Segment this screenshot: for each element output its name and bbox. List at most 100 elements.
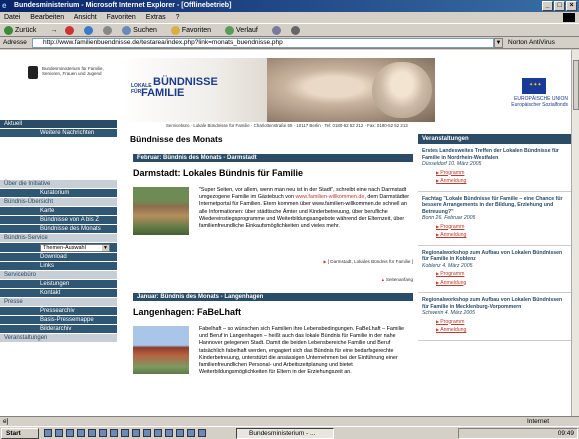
darmstadt-more-link[interactable]: [ Darmstadt, Lokales Bündnis für Familie…: [324, 259, 413, 264]
event-programm-link[interactable]: Programm: [422, 319, 567, 326]
quicklaunch-icon[interactable]: [99, 429, 107, 437]
internet-zone: Internet: [526, 418, 549, 425]
nav-download[interactable]: Download: [0, 253, 117, 262]
page-title: Bündnisse des Monats: [130, 134, 223, 144]
search-icon: [122, 25, 132, 35]
taskbar-item-ie[interactable]: Bundesministerium - ...: [236, 428, 334, 439]
nav-pressearchiv[interactable]: Pressearchiv: [0, 307, 117, 316]
menu-favoriten[interactable]: Favoriten: [107, 14, 136, 21]
event-programm-link[interactable]: Programm: [422, 170, 567, 177]
article-langenhagen: Fabelhaft – so wünschen sich Familien ih…: [133, 326, 413, 398]
refresh-icon[interactable]: [84, 25, 95, 35]
home-icon[interactable]: [103, 25, 114, 35]
nav-leistungen[interactable]: Leistungen: [0, 280, 117, 289]
quicklaunch-icon[interactable]: [77, 429, 85, 437]
nav-buendnisse-az[interactable]: Bündnisse von A bis Z: [0, 216, 117, 225]
nav-buendnis-uebersicht[interactable]: Bündnis-Übersicht: [0, 198, 117, 207]
back-button[interactable]: Zurück: [4, 25, 42, 35]
nav-weitere-nachrichten[interactable]: Weitere Nachrichten: [0, 129, 117, 138]
event-anmeldung-link[interactable]: Anmeldung: [422, 327, 567, 334]
quicklaunch-icon[interactable]: [121, 429, 129, 437]
forward-button[interactable]: →: [50, 27, 57, 34]
event-date: Bonn 26. Februar 2005: [422, 215, 476, 221]
minimize-button[interactable]: _: [542, 1, 553, 11]
article-heading-langenhagen: Langenhagen: FaBeLhaft: [133, 307, 242, 317]
menu-help[interactable]: ?: [176, 14, 180, 21]
favorites-button[interactable]: Favoriten: [170, 25, 217, 35]
nav-aktuell[interactable]: Aktuell: [0, 120, 117, 129]
quicklaunch-icon[interactable]: [165, 429, 173, 437]
event-title: Regionalworkshop zum Aufbau von Lokalen …: [422, 297, 563, 310]
menu-bearbeiten[interactable]: Bearbeiten: [30, 14, 64, 21]
nav-ueber-initiative[interactable]: Über die Initiative: [0, 180, 117, 189]
event-item: Regionalworkshop zum Aufbau von Lokalen …: [418, 293, 571, 341]
nav-basis-pressemappe[interactable]: Basis-Pressemappe: [0, 316, 117, 325]
window-title: Bundesministerium - Microsoft Internet E…: [14, 2, 232, 9]
history-label: Verlauf: [236, 27, 258, 34]
vertical-scrollbar[interactable]: [571, 50, 579, 416]
nav-buendnisse-monats[interactable]: Bündnisse des Monats: [0, 225, 117, 234]
window-controls: _ □ ×: [542, 1, 577, 11]
start-button[interactable]: Start: [1, 428, 39, 439]
quicklaunch-icon[interactable]: [132, 429, 140, 437]
quicklaunch-icon[interactable]: [66, 429, 74, 437]
nav-servicebuero[interactable]: Servicebüro: [0, 271, 117, 280]
eu-label: EUROPÄISCHE UNION Europäischer Sozialfon…: [472, 96, 568, 108]
quicklaunch-icon[interactable]: [187, 429, 195, 437]
stop-icon[interactable]: [65, 25, 76, 35]
address-dropdown-icon[interactable]: ▼: [494, 38, 503, 48]
search-button[interactable]: Suchen: [122, 25, 163, 35]
quicklaunch-icon[interactable]: [88, 429, 96, 437]
quicklaunch-icon[interactable]: [55, 429, 63, 437]
quicklaunch-icon[interactable]: [176, 429, 184, 437]
themen-auswahl-select[interactable]: Themen-Auswahl ▼: [0, 243, 117, 253]
quicklaunch-icon[interactable]: [110, 429, 118, 437]
themen-auswahl-value: Themen-Auswahl: [43, 245, 86, 251]
search-label: Suchen: [133, 27, 157, 34]
left-navigation: Aktuell Weitere Nachrichten Über die Ini…: [0, 120, 117, 416]
nav-karte[interactable]: Karte: [0, 207, 117, 216]
main-content: Bündnisse des Monats Februar: Bündnis de…: [130, 134, 413, 398]
header-banner: LOKALE BÜNDNISSE FÜR FAMILIE: [117, 58, 435, 122]
quicklaunch-icon[interactable]: [198, 429, 206, 437]
nav-links[interactable]: Links: [0, 262, 117, 271]
event-programm-link[interactable]: Programm: [422, 271, 567, 278]
event-anmeldung-link[interactable]: Anmeldung: [422, 178, 567, 185]
month-bar-february: Februar: Bündnis des Monats - Darmstadt: [133, 154, 413, 162]
address-input[interactable]: http://www.familienbuendnisse.de/testare…: [32, 38, 494, 48]
windows-logo-icon: [563, 13, 575, 22]
quicklaunch-icon[interactable]: [154, 429, 162, 437]
nav-presse[interactable]: Presse: [0, 298, 117, 307]
event-programm-link[interactable]: Programm: [422, 224, 567, 231]
nav-kontakt[interactable]: Kontakt: [0, 289, 117, 298]
article-text-langenhagen: Fabelhaft – so wünschen sich Familien ih…: [199, 326, 404, 376]
norton-antivirus-button[interactable]: Norton AntiVirus: [508, 37, 555, 49]
ministry-logo-text: Bundesministerium für Familie, Senioren,…: [42, 66, 104, 76]
quicklaunch-icon[interactable]: [143, 429, 151, 437]
menu-datei[interactable]: Datei: [4, 14, 20, 21]
nav-kuratorium[interactable]: Kuratorium: [0, 189, 117, 198]
event-item: Fachtag "Lokale Bündnisse für Familie – …: [418, 191, 571, 246]
menu-extras[interactable]: Extras: [146, 14, 166, 21]
langenhagen-photo: [133, 326, 189, 374]
events-column: Veranstaltungen Erstes Landesweites Tref…: [418, 134, 571, 341]
event-title: Erstes Landesweites Treffen der Lokalen …: [422, 148, 559, 161]
nav-bilderarchiv[interactable]: Bilderarchiv: [0, 325, 117, 334]
event-anmeldung-link[interactable]: Anmeldung: [422, 232, 567, 239]
event-title: Fachtag "Lokale Bündnisse für Familie – …: [422, 195, 563, 215]
child-photo: [372, 62, 432, 118]
familien-willkommen-link[interactable]: www.familien-willkommen.de: [295, 194, 364, 200]
history-button[interactable]: Verlauf: [225, 25, 264, 35]
quicklaunch-icon[interactable]: [44, 429, 52, 437]
maximize-button[interactable]: □: [554, 1, 565, 11]
ie-logo-icon: e: [2, 1, 7, 10]
menu-ansicht[interactable]: Ansicht: [74, 14, 97, 21]
scrollbar-thumb[interactable]: [573, 60, 579, 110]
nav-buendnis-service[interactable]: Bündnis-Service: [0, 234, 117, 243]
close-button[interactable]: ×: [566, 1, 577, 11]
event-anmeldung-link[interactable]: Anmeldung: [422, 280, 567, 287]
mail-icon[interactable]: [271, 25, 283, 35]
print-icon[interactable]: [290, 25, 302, 35]
back-to-top-link[interactable]: Seitenanfang: [381, 277, 413, 282]
nav-veranstaltungen[interactable]: Veranstaltungen: [0, 334, 117, 343]
